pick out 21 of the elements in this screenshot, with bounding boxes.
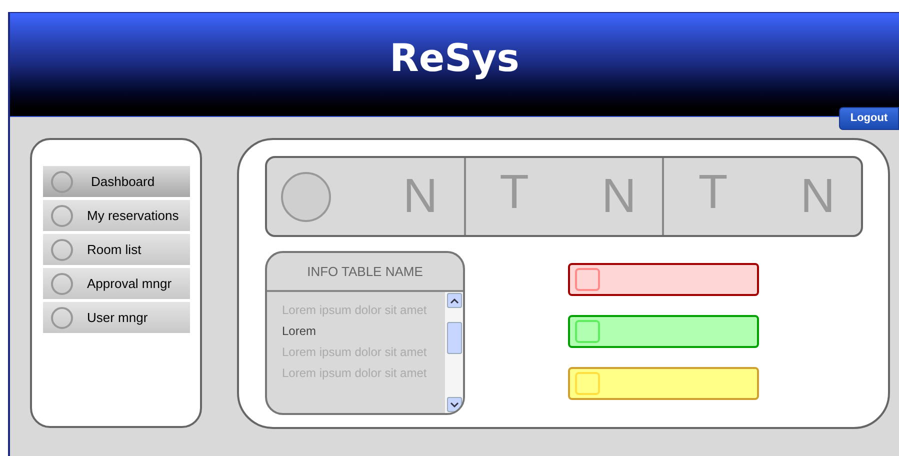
stat-value: N [403, 168, 438, 224]
square-icon [575, 372, 600, 395]
stat-label: T [698, 164, 728, 220]
square-icon [575, 320, 600, 343]
stat-value: N [602, 168, 636, 224]
logout-button[interactable]: Logout [839, 107, 899, 130]
stat-label: T [500, 164, 529, 220]
app-title: ReSys [390, 35, 520, 82]
table-title: INFO TABLE NAME [307, 262, 423, 281]
sidebar-item[interactable]: Room list [43, 234, 190, 265]
scroll-thumb[interactable] [446, 322, 462, 354]
sidebar-item[interactable]: My reservations [43, 200, 190, 231]
scroll-down-icon[interactable] [446, 397, 462, 412]
sidebar-item[interactable]: Dashboard [43, 166, 190, 197]
scroll-up-icon[interactable] [446, 293, 462, 308]
scrollbar[interactable] [445, 292, 463, 413]
sidebar-item[interactable]: User mngr [43, 302, 190, 333]
square-icon [575, 268, 600, 291]
sidebar-item[interactable]: Approval mngr [43, 268, 190, 299]
stat-value: N [800, 168, 836, 224]
table-row[interactable]: Lorem [282, 323, 445, 339]
